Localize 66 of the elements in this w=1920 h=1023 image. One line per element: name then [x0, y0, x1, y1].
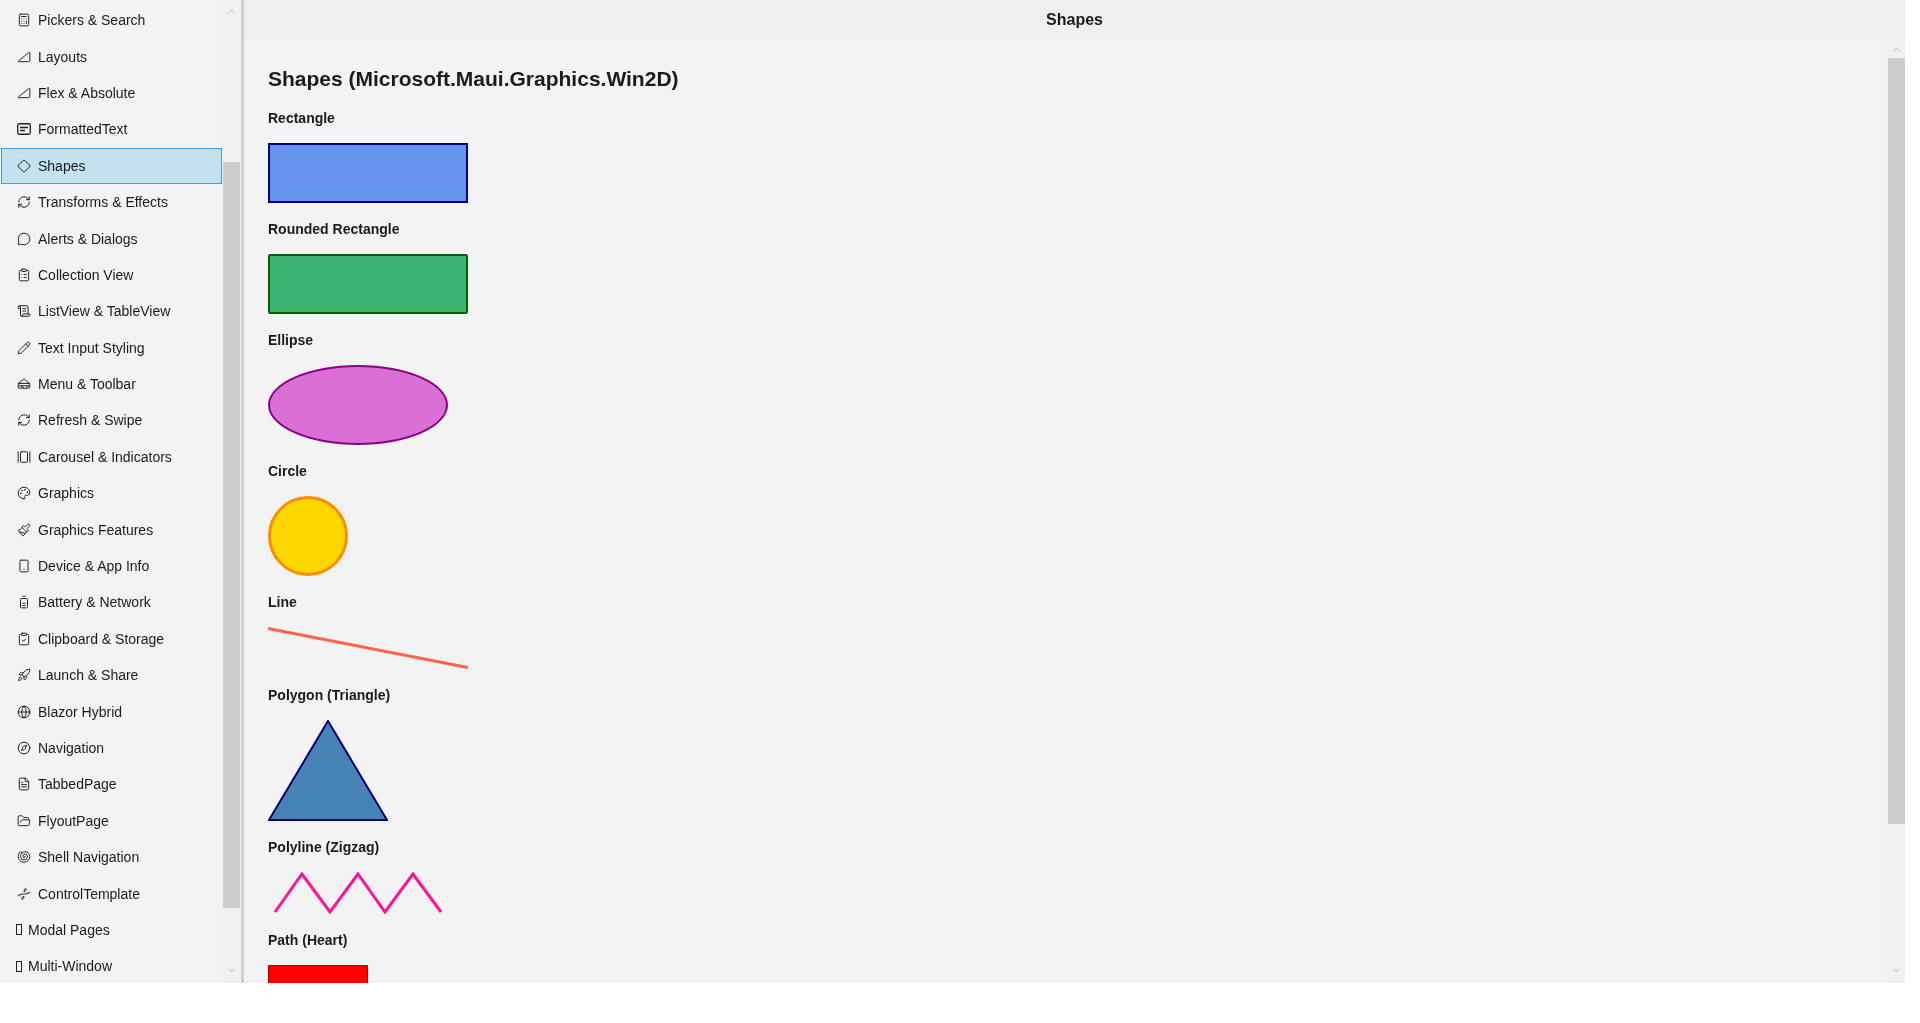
page-heading: Shapes (Microsoft.Maui.Graphics.Win2D): [268, 66, 679, 92]
shape-label: Circle: [268, 462, 307, 481]
sidebar-item[interactable]: Modal Pages: [1, 911, 222, 949]
sidebar-item[interactable]: Multi-Window: [1, 948, 222, 983]
sidebar-item[interactable]: Shell Navigation: [1, 839, 222, 876]
sidebar-item[interactable]: Flex & Absolute: [1, 74, 222, 112]
scroll-icon: [17, 304, 31, 319]
refresh-icon: [17, 413, 31, 428]
sidebar-item[interactable]: Navigation: [1, 729, 222, 767]
battery-icon: [17, 595, 31, 610]
clipboard-list-icon: [17, 267, 31, 282]
sidebar-item[interactable]: Shapes: [1, 147, 222, 184]
diamond-icon: [17, 158, 31, 173]
globe-icon: [17, 704, 31, 719]
right-triangle-icon: [17, 85, 31, 100]
sidebar-item[interactable]: Collection View: [1, 256, 222, 294]
scrollbar-thumb[interactable]: [222, 162, 240, 908]
sidebar-item[interactable]: Launch & Share: [1, 657, 222, 694]
rectangle-outline-icon: [16, 924, 22, 936]
shape-label: Path (Heart): [268, 931, 348, 950]
sidebar-item[interactable]: Pickers & Search: [1, 2, 222, 39]
shape-label: Rounded Rectangle: [268, 220, 400, 239]
compass-icon: [17, 741, 31, 755]
scrollbar-thumb[interactable]: [1887, 58, 1905, 824]
sidebar-item[interactable]: Carousel & Indicators: [1, 438, 222, 476]
smartphone-icon: [17, 559, 31, 574]
shape-label: Rectangle: [268, 109, 335, 128]
sidebar-item[interactable]: Transforms & Effects: [1, 183, 222, 221]
sidebar-item[interactable]: Alerts & Dialogs: [1, 220, 222, 257]
rectangle-outline-icon: [16, 960, 22, 972]
folder-icon: [17, 813, 31, 828]
sidebar-item[interactable]: Menu & Toolbar: [1, 365, 222, 403]
sidebar-item[interactable]: TabbedPage: [1, 766, 222, 803]
calculator-icon: [17, 13, 31, 28]
document-icon: [17, 777, 31, 792]
pencil-icon: [17, 340, 31, 355]
paintbrush-icon: [17, 522, 31, 537]
refresh-icon: [17, 195, 31, 210]
sidebar-item[interactable]: Refresh & Swipe: [1, 402, 222, 439]
sidebar-item[interactable]: ListView & TableView: [1, 293, 222, 330]
shape-label: Ellipse: [268, 331, 314, 350]
shape-label: Polyline (Zigzag): [268, 838, 380, 857]
rocket-icon: [17, 668, 31, 683]
sidebar-item[interactable]: Graphics Features: [1, 511, 222, 548]
sidebar-item[interactable]: ControlTemplate: [1, 875, 222, 912]
speech-bubble-icon: [17, 231, 31, 246]
sidebar-item[interactable]: Text Input Styling: [1, 329, 222, 366]
shape-label: Polygon (Triangle): [268, 686, 391, 705]
right-triangle-icon: [17, 49, 31, 64]
sidebar-item[interactable]: Device & App Info: [1, 547, 222, 585]
spiral-icon: [17, 850, 31, 865]
sidebar-item[interactable]: Graphics: [1, 475, 222, 512]
gallery-icon: [17, 449, 31, 464]
sidebar-item[interactable]: Clipboard & Storage: [1, 620, 222, 658]
sandwich-icon: [17, 377, 31, 392]
sidebar-item[interactable]: Layouts: [1, 38, 222, 75]
sidebar-item[interactable]: FormattedText: [1, 111, 222, 148]
sidebar-item[interactable]: Battery & Network: [1, 584, 222, 621]
clipboard-check-icon: [17, 631, 31, 646]
sidebar-item[interactable]: FlyoutPage: [1, 802, 222, 839]
shape-label: Line: [268, 593, 297, 612]
text-box-icon: [17, 122, 31, 137]
page-title: Shapes: [1046, 11, 1103, 29]
sidebar-item[interactable]: Blazor Hybrid: [1, 693, 222, 730]
palette-icon: [17, 486, 31, 501]
dna-icon: [17, 886, 31, 901]
